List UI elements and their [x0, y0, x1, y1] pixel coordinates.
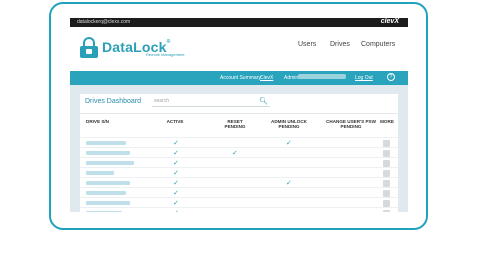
brand-subtitle: Remote Management — [146, 52, 185, 57]
header-drive-sn: DRIVE S/N — [86, 119, 109, 124]
header: DataLock® Remote Management Users Drives… — [70, 27, 408, 71]
checkmark-icon: ✓ — [173, 140, 179, 147]
panel-title: Drives Dashboard — [85, 98, 142, 105]
checkmark-icon: ✓ — [173, 200, 179, 207]
more-button[interactable] — [383, 210, 390, 212]
drive-sn-redacted[interactable] — [86, 191, 126, 195]
checkmark-icon: ✓ — [173, 150, 179, 157]
drive-sn-redacted[interactable] — [86, 181, 130, 185]
checkmark-icon: ✓ — [286, 140, 292, 147]
clevx-logo: clevX — [380, 18, 399, 25]
more-button[interactable] — [383, 170, 390, 177]
more-button[interactable] — [383, 140, 390, 147]
search-input[interactable]: search 🔍︎ — [152, 97, 270, 107]
top-bar: datalockerq@clexx.com clevX — [70, 18, 408, 27]
drive-sn-redacted[interactable] — [86, 141, 126, 145]
divider — [80, 113, 398, 114]
header-change-psw-pending: CHANGE USER'S PSW PENDING — [326, 119, 376, 129]
drive-sn-redacted[interactable] — [86, 171, 114, 175]
padlock-usb-icon — [80, 37, 98, 58]
more-button[interactable] — [383, 180, 390, 187]
header-more: MORE — [380, 119, 394, 124]
checkmark-icon: ✓ — [286, 180, 292, 187]
app-screen: datalockerq@clexx.com clevX DataLock® Re… — [70, 18, 408, 212]
drives-dashboard-panel: Drives Dashboard search 🔍︎ DRIVE S/N ACT… — [80, 94, 398, 212]
checkmark-icon: ✓ — [173, 190, 179, 197]
search-placeholder: search — [154, 98, 170, 104]
checkmark-icon: ✓ — [173, 180, 179, 187]
checkmark-icon: ✓ — [173, 209, 179, 212]
table-row[interactable]: ✓ — [80, 207, 398, 212]
header-reset-pending: RESET PENDING — [224, 119, 246, 129]
account-summary-label: Account Summary: — [220, 75, 263, 81]
drive-sn-redacted[interactable] — [86, 161, 134, 165]
drive-sn-redacted[interactable] — [86, 151, 130, 155]
drive-sn-redacted[interactable] — [86, 201, 130, 205]
account-bar: Account Summary: ClevX Admin: Log Out ? — [70, 71, 408, 85]
help-icon[interactable]: ? — [387, 73, 395, 81]
nav-drives[interactable]: Drives — [330, 41, 350, 48]
logout-link[interactable]: Log Out — [355, 75, 373, 81]
checkmark-icon: ✓ — [173, 170, 179, 177]
more-button[interactable] — [383, 150, 390, 157]
checkmark-icon: ✓ — [173, 160, 179, 167]
header-active: ACTIVE — [166, 119, 184, 124]
nav-users[interactable]: Users — [298, 41, 316, 48]
account-link[interactable]: ClevX — [260, 75, 273, 81]
more-button[interactable] — [383, 200, 390, 207]
drive-sn-redacted[interactable] — [86, 211, 122, 212]
checkmark-icon: ✓ — [232, 150, 238, 157]
admin-email-redacted — [298, 74, 346, 79]
search-icon[interactable]: 🔍︎ — [259, 97, 268, 105]
more-button[interactable] — [383, 160, 390, 167]
more-button[interactable] — [383, 190, 390, 197]
header-admin-unlock-pending: ADMIN UNLOCK PENDING — [271, 119, 307, 129]
nav-computers[interactable]: Computers — [361, 41, 395, 48]
top-bar-email: datalockerq@clexx.com — [77, 19, 131, 25]
